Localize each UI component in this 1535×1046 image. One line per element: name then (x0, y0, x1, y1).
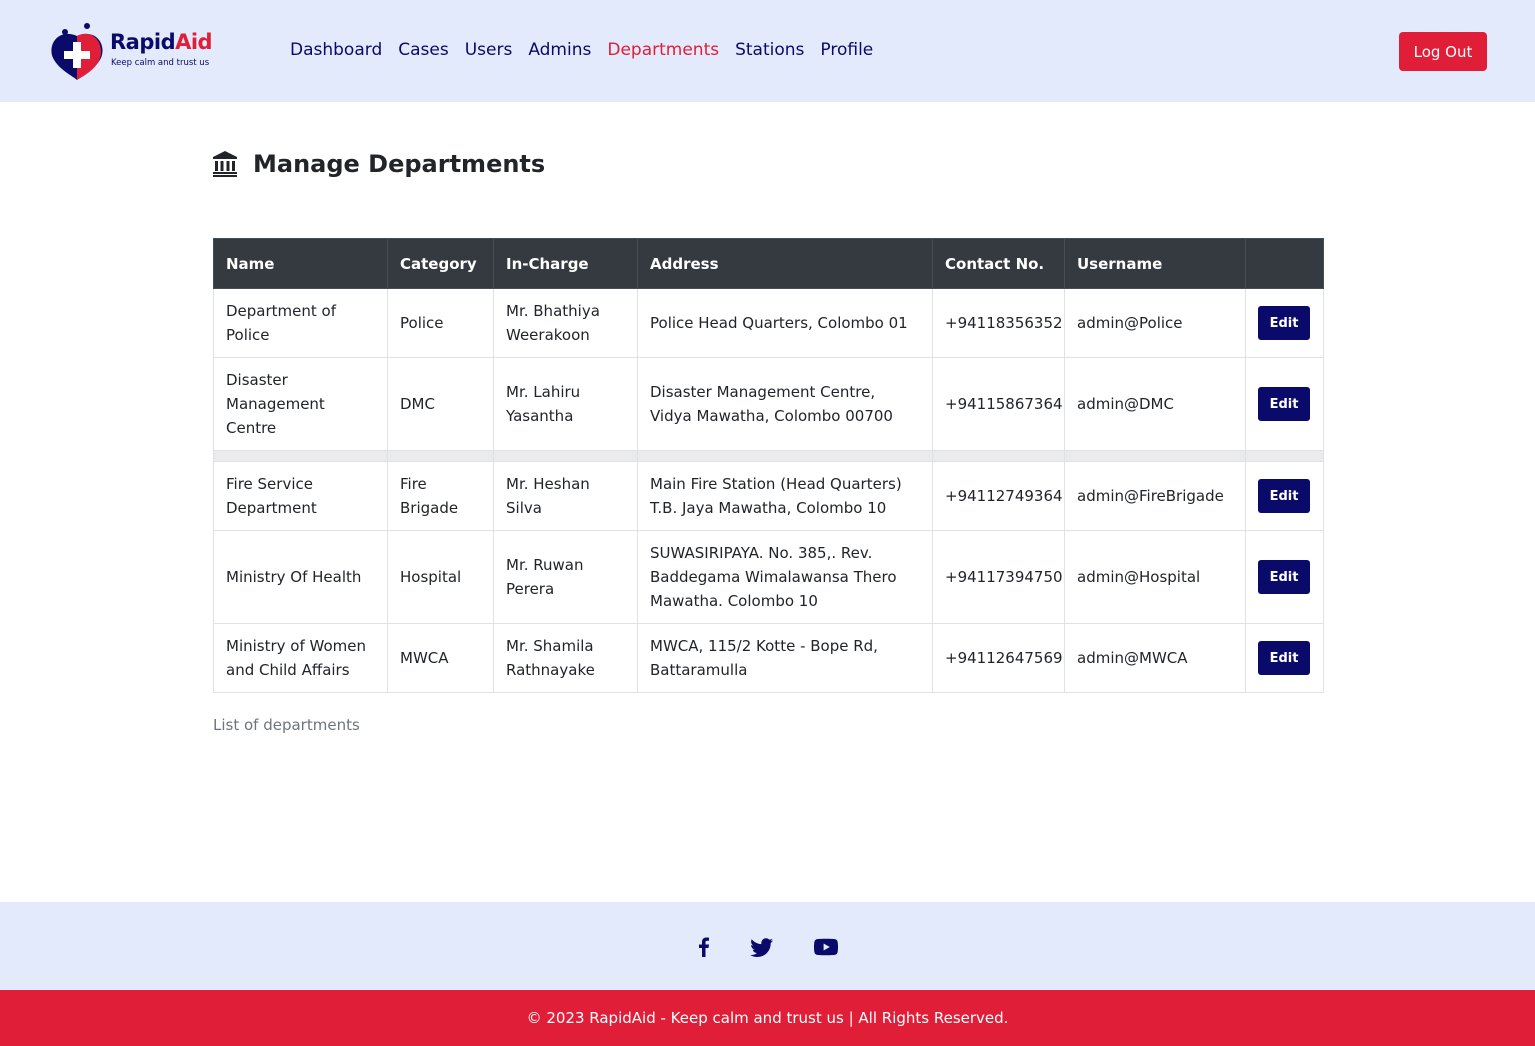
departments-table: Name Category In-Charge Address Contact … (213, 238, 1324, 693)
cell-contact: +94112647569 (932, 623, 1065, 693)
cell-action: Edit (1245, 288, 1324, 358)
cell-contact: +94115867364 (932, 357, 1065, 451)
edit-button[interactable]: Edit (1258, 641, 1310, 675)
col-header-in-charge: In-Charge (493, 238, 638, 289)
brand-logo[interactable]: RapidAid Keep calm and trust us (47, 22, 227, 82)
cell-address: Main Fire Station (Head Quarters) T.B. J… (637, 461, 933, 531)
table-row: Fire Service Department Fire Brigade Mr.… (213, 461, 1324, 531)
page-header: Manage Departments (213, 150, 545, 178)
facebook-icon[interactable] (692, 935, 716, 959)
col-header-name: Name (213, 238, 388, 289)
cell-category: MWCA (387, 623, 494, 693)
edit-button[interactable]: Edit (1258, 479, 1310, 513)
cell-contact: +94112749364 (932, 461, 1065, 531)
cell-name: Disaster Management Centre (213, 357, 388, 451)
cell-in-charge: Mr. Heshan Silva (493, 461, 638, 531)
nav-cases[interactable]: Cases (398, 40, 448, 60)
youtube-icon[interactable] (814, 935, 838, 959)
cell-category: DMC (387, 357, 494, 451)
nav-stations[interactable]: Stations (735, 40, 804, 60)
brand-name: RapidAid (110, 30, 213, 54)
cell-name: Ministry of Women and Child Affairs (213, 623, 388, 693)
nav-profile[interactable]: Profile (820, 40, 873, 60)
cell-category: Police (387, 288, 494, 358)
cell-username: admin@MWCA (1064, 623, 1246, 693)
top-navbar: RapidAid Keep calm and trust us Dashboar… (0, 0, 1535, 102)
cell-username: admin@DMC (1064, 357, 1246, 451)
logo-icon (51, 23, 103, 80)
table-header-row: Name Category In-Charge Address Contact … (213, 238, 1324, 289)
cell-name: Department of Police (213, 288, 388, 358)
bank-icon (213, 151, 237, 177)
main-nav: Dashboard Cases Users Admins Departments… (290, 40, 889, 60)
edit-button[interactable]: Edit (1258, 306, 1310, 340)
cell-address: Disaster Management Centre, Vidya Mawath… (637, 357, 933, 451)
page-title: Manage Departments (253, 150, 546, 178)
cell-name: Ministry Of Health (213, 530, 388, 624)
cell-action: Edit (1245, 461, 1324, 531)
cell-contact: +94118356352 (932, 288, 1065, 358)
table-row: Ministry of Women and Child Affairs MWCA… (213, 623, 1324, 693)
cell-category: Fire Brigade (387, 461, 494, 531)
nav-admins[interactable]: Admins (528, 40, 591, 60)
nav-dashboard[interactable]: Dashboard (290, 40, 382, 60)
edit-button[interactable]: Edit (1258, 387, 1310, 421)
footer-social-bar (0, 902, 1535, 990)
col-header-username: Username (1064, 238, 1246, 289)
logout-button[interactable]: Log Out (1399, 32, 1487, 71)
cell-action: Edit (1245, 357, 1324, 451)
col-header-address: Address (637, 238, 933, 289)
col-header-action (1245, 238, 1324, 289)
twitter-icon[interactable] (750, 935, 774, 959)
row-spacer (213, 450, 1324, 462)
col-header-category: Category (387, 238, 494, 289)
table-caption: List of departments (213, 716, 360, 734)
table-row: Department of Police Police Mr. Bhathiya… (213, 288, 1324, 358)
col-header-contact: Contact No. (932, 238, 1065, 289)
cell-action: Edit (1245, 530, 1324, 624)
cell-in-charge: Mr. Lahiru Yasantha (493, 357, 638, 451)
edit-button[interactable]: Edit (1258, 560, 1310, 594)
brand-tagline: Keep calm and trust us (111, 58, 210, 68)
cell-username: admin@FireBrigade (1064, 461, 1246, 531)
nav-users[interactable]: Users (465, 40, 513, 60)
cell-in-charge: Mr. Shamila Rathnayake (493, 623, 638, 693)
cell-in-charge: Mr. Bhathiya Weerakoon (493, 288, 638, 358)
cell-address: SUWASIRIPAYA. No. 385,. Rev. Baddegama W… (637, 530, 933, 624)
departments-table-wrap: Name Category In-Charge Address Contact … (213, 238, 1324, 693)
copyright-bar: © 2023 RapidAid - Keep calm and trust us… (0, 990, 1535, 1046)
cell-address: MWCA, 115/2 Kotte - Bope Rd, Battaramull… (637, 623, 933, 693)
table-row: Disaster Management Centre DMC Mr. Lahir… (213, 357, 1324, 451)
cell-contact: +94117394750 (932, 530, 1065, 624)
cell-name: Fire Service Department (213, 461, 388, 531)
nav-departments[interactable]: Departments (607, 40, 719, 60)
cell-category: Hospital (387, 530, 494, 624)
cell-address: Police Head Quarters, Colombo 01 (637, 288, 933, 358)
cell-username: admin@Hospital (1064, 530, 1246, 624)
cell-in-charge: Mr. Ruwan Perera (493, 530, 638, 624)
cell-username: admin@Police (1064, 288, 1246, 358)
cell-action: Edit (1245, 623, 1324, 693)
table-row: Ministry Of Health Hospital Mr. Ruwan Pe… (213, 530, 1324, 624)
